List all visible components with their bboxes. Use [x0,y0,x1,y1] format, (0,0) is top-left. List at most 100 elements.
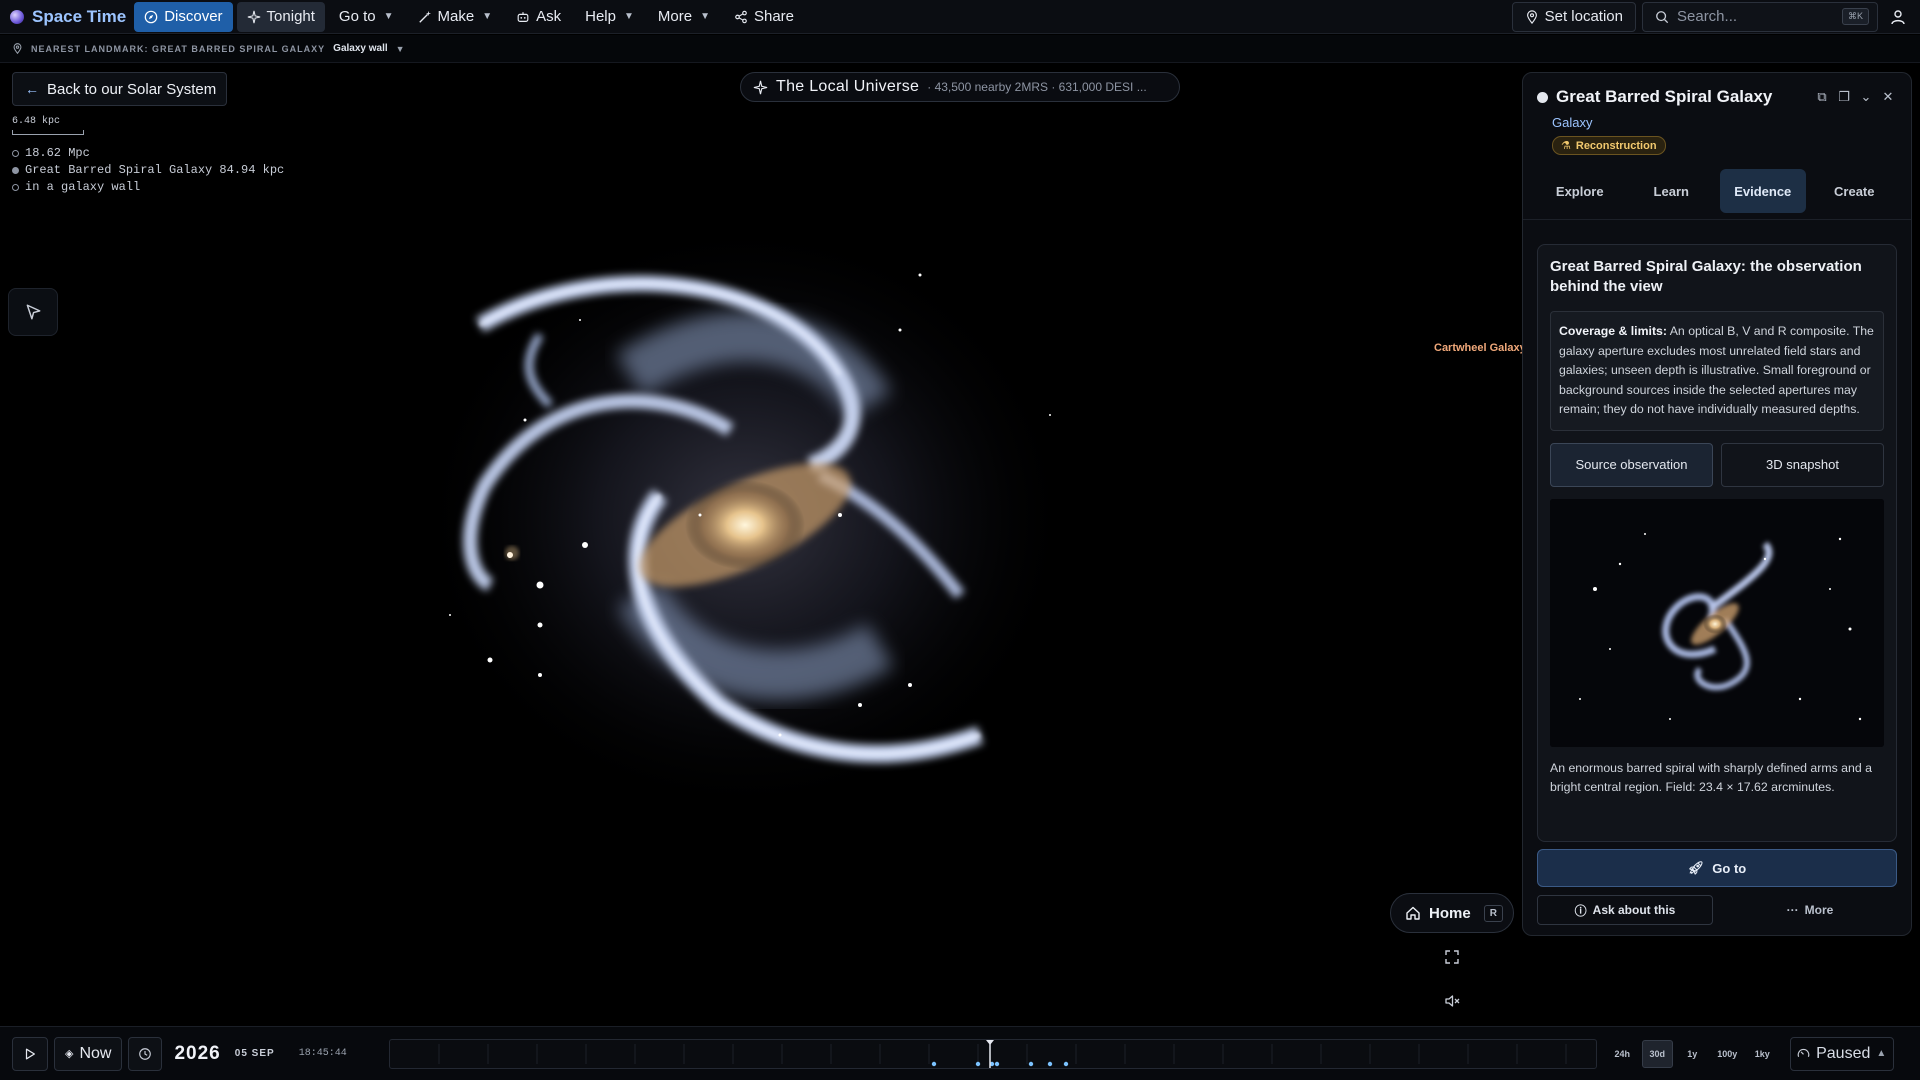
history-icon [139,1047,152,1060]
nearest-landmark-bar: NEAREST LANDMARK: GREAT BARRED SPIRAL GA… [0,35,1920,63]
app-title: Space Time [32,6,127,26]
panel-tabs: Explore Learn Evidence Create [1537,169,1897,213]
galaxy-render[interactable] [400,215,1100,855]
magic-wand-icon [418,10,431,23]
source-observation-button[interactable]: Source observation [1550,442,1713,487]
scale-bar: 6.48 kpc [12,116,84,135]
tab-create[interactable]: Create [1812,169,1898,213]
evidence-title: Great Barred Spiral Galaxy: the observat… [1550,258,1862,295]
close-icon[interactable]: ✕ [1879,89,1897,105]
chevron-down-icon: ▼ [623,11,634,22]
question-bubble-icon: ⓘ [1574,903,1587,918]
chevron-down-icon: ▼ [700,11,710,22]
tab-learn[interactable]: Learn [1629,169,1715,213]
pointer-tool-button[interactable] [8,288,58,336]
timeline-time: 18:45:44 [298,1048,347,1059]
neighbor-galaxy-label[interactable]: Cartwheel Galaxy [1434,342,1526,354]
back-label: Back to our Solar System [47,80,217,98]
copy-icon[interactable]: ❐ [1835,89,1853,105]
chevron-down-icon[interactable]: ⌄ [1857,89,1875,105]
universe-layer-pill[interactable]: The Local Universe · 43,500 nearby 2MRS … [740,72,1180,102]
chevron-down-icon[interactable]: ▼ [396,44,405,54]
nav-ask[interactable]: Ask [506,2,571,32]
tab-explore[interactable]: Explore [1537,169,1623,213]
coverage-label: Coverage & limits: [1559,324,1667,338]
nav-make-label: Make [437,8,475,25]
nav-help[interactable]: Help ▼ [575,2,644,32]
playback-status-button[interactable]: Paused ▲ [1789,1036,1894,1071]
share-icon [735,10,747,23]
object-color-dot [1537,91,1548,103]
home-icon [1406,906,1420,920]
divider [1523,219,1911,220]
scale-label: 6.48 kpc [12,116,61,127]
more-actions-button[interactable]: ··· More [1723,895,1897,925]
now-button[interactable]: ◈ Now [54,1036,123,1071]
evidence-card: Great Barred Spiral Galaxy: the observat… [1537,244,1897,842]
source-observation-image[interactable] [1550,498,1884,747]
fullscreen-button[interactable] [1440,945,1464,969]
app-brand[interactable]: Space Time [8,0,134,34]
map-pin-icon [13,43,22,54]
home-button[interactable]: Home R [1390,893,1514,933]
mute-button[interactable] [1440,989,1464,1013]
universe-subtitle: · 43,500 nearby 2MRS · 631,000 DESI ... [927,80,1147,94]
user-account-icon[interactable] [1884,2,1912,32]
timeline-date: 05 SEP [234,1048,275,1059]
nav-help-label: Help [585,8,616,25]
nav-more[interactable]: More ▼ [648,2,720,32]
chevron-down-icon: ▼ [383,11,394,22]
context-row: in a galaxy wall [12,179,284,196]
search-box[interactable]: ⌘K [1642,1,1878,32]
landmark-label: NEAREST LANDMARK: GREAT BARRED SPIRAL GA… [31,43,326,54]
ask-about-this-button[interactable]: ⓘ Ask about this [1537,895,1713,925]
range-1ky[interactable]: 1ky [1747,1040,1778,1068]
chevron-down-icon: ▼ [482,11,493,22]
observation-caption: An enormous barred spiral with sharply d… [1550,760,1872,795]
range-1y[interactable]: 1y [1677,1040,1708,1068]
status-label: Paused [1816,1044,1871,1062]
speed-gauge-icon [1797,1048,1810,1057]
timeline-events [931,1061,1068,1066]
go-to-button[interactable]: 🚀︎ Go to [1537,849,1897,887]
range-100y[interactable]: 100y [1712,1040,1743,1068]
back-to-solar-system-button[interactable]: ← Back to our Solar System [12,72,228,106]
tab-evidence[interactable]: Evidence [1720,169,1806,213]
nav-ask-label: Ask [536,8,562,25]
nav-tonight[interactable]: Tonight [236,1,325,32]
context-object: Great Barred Spiral Galaxy 84.94 kpc [25,163,285,177]
robot-icon [517,11,529,22]
go-to-label: Go to [1712,860,1747,876]
nav-make[interactable]: Make ▼ [408,2,503,32]
nav-goto-label: Go to [338,8,376,25]
speaker-muted-icon [1445,995,1460,1007]
landmark-value[interactable]: Galaxy wall [333,43,387,54]
search-input[interactable] [1677,8,1807,25]
nav-goto[interactable]: Go to ▼ [329,2,404,32]
nav-discover[interactable]: Discover [134,1,233,32]
circle-icon [12,167,19,174]
fullscreen-icon [1445,950,1459,964]
nav-discover-label: Discover [164,8,223,25]
circle-icon [12,150,19,157]
context-row: 18.62 Mpc [12,145,284,162]
timeline-track[interactable] [388,1038,1597,1069]
range-24h[interactable]: 24h [1607,1040,1638,1068]
cursor-arrow-icon [26,304,41,320]
timeline-year: 2026 [174,1042,221,1064]
nav-tonight-label: Tonight [266,8,315,25]
pin-panel-icon[interactable]: ⧉ [1813,89,1831,105]
play-button[interactable] [12,1036,48,1071]
history-button[interactable] [128,1036,163,1071]
map-pin-icon [1526,9,1537,24]
flask-icon: ⚗ [1561,140,1571,152]
set-location-button[interactable]: Set location [1511,1,1636,32]
more-label: More [1804,903,1834,917]
sparkle-icon [753,80,768,94]
nav-share[interactable]: Share [724,2,804,32]
range-30d[interactable]: 30d [1641,1039,1673,1068]
3d-snapshot-button[interactable]: 3D snapshot [1721,442,1884,487]
home-label: Home [1429,904,1471,922]
home-shortcut-key: R [1483,904,1503,922]
sparkle-icon [247,10,260,23]
